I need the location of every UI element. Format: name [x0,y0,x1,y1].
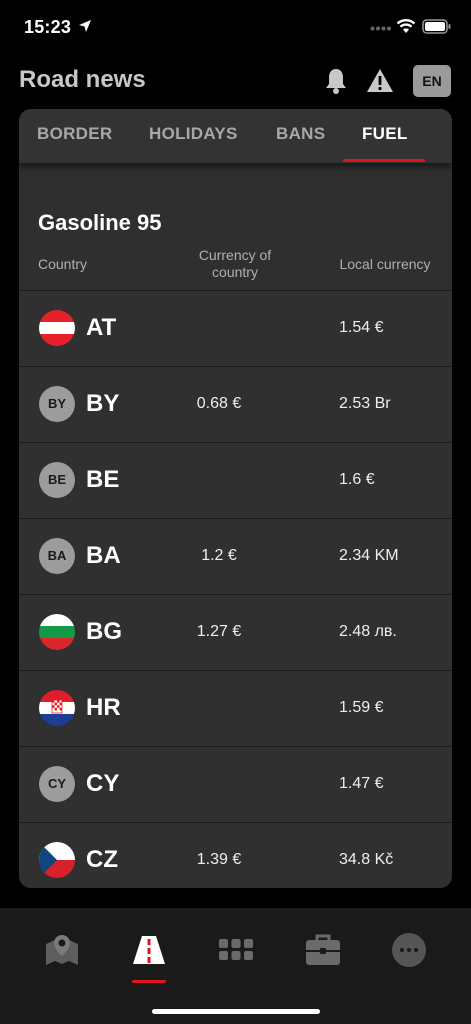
country-badge: BY [39,386,75,422]
price-local-currency: 1.59 € [339,699,384,716]
page-title: Road news [19,66,146,93]
price-currency-of-country: 1.27 € [196,623,242,640]
column-header-local-currency: Local currency [339,256,431,272]
column-header-currency-of-country: Currency of country [198,247,272,280]
tab-fuel[interactable]: FUEL [362,109,408,163]
country-badge: BE [39,462,75,498]
bell-icon[interactable] [322,66,350,96]
tab-holidays[interactable]: HOLIDAYS [149,109,238,163]
wifi-icon [396,19,416,33]
app-header: Road news EN [0,60,471,104]
battery-icon [422,19,451,34]
country-code: CZ [86,846,118,873]
tab-bar: BORDER HOLIDAYS BANS FUEL [19,109,452,163]
list-item[interactable]: BE BE 1.6 € [19,442,452,518]
price-local-currency: 1.6 € [339,471,375,488]
warning-icon[interactable] [366,66,394,96]
bulgaria-flag-icon [39,614,75,650]
list-item[interactable]: BA BA 1.2 € 2.34 KM [19,518,452,594]
grid-icon[interactable] [216,930,256,970]
list-item[interactable]: CZ 1.39 € 34.8 Kč [19,822,452,888]
bottom-navigation [0,908,471,1024]
language-button[interactable]: EN [413,65,451,97]
signal-dots-icon [370,26,391,31]
list-item[interactable]: CY CY 1.47 € [19,746,452,822]
country-code: BE [86,466,120,493]
fuel-price-list: AT 1.54 € BY BY 0.68 € 2.53 Br BE BE 1.6… [19,290,452,888]
list-item[interactable]: HR 1.59 € [19,670,452,746]
country-code: HR [86,694,121,721]
tab-bans[interactable]: BANS [276,109,325,163]
list-item[interactable]: BY BY 0.68 € 2.53 Br [19,366,452,442]
country-code: BG [86,618,122,645]
more-icon[interactable] [389,930,429,970]
price-currency-of-country: 1.2 € [201,547,237,564]
list-item[interactable]: BG 1.27 € 2.48 лв. [19,594,452,670]
croatia-flag-icon [39,690,75,726]
country-code: BA [86,542,121,569]
country-code: AT [86,314,117,341]
map-icon[interactable] [42,930,82,970]
price-local-currency: 2.53 Br [339,395,391,412]
country-badge: CY [39,766,75,802]
fuel-type-title: Gasoline 95 [38,210,162,235]
price-currency-of-country: 0.68 € [196,395,242,412]
road-icon[interactable] [129,930,169,970]
active-tab-indicator [343,159,425,162]
czech-flag-icon [39,842,75,878]
country-code: BY [86,390,120,417]
list-item[interactable]: AT 1.54 € [19,290,452,366]
price-local-currency: 1.47 € [339,775,384,792]
active-nav-indicator [132,980,166,983]
tab-border[interactable]: BORDER [37,109,112,163]
home-indicator [152,1009,320,1014]
briefcase-icon[interactable] [303,930,343,970]
fuel-card: BORDER HOLIDAYS BANS FUEL Gasoline 95 Co… [19,109,452,888]
price-local-currency: 2.48 лв. [339,623,397,640]
column-header-country: Country [38,256,88,272]
status-time: 15:23 [24,17,72,37]
austria-flag-icon [39,310,75,346]
location-arrow-icon [79,20,91,32]
status-bar: 15:23 [0,0,471,56]
price-local-currency: 2.34 KM [339,547,399,564]
country-code: CY [86,770,120,797]
price-currency-of-country: 1.39 € [196,851,242,868]
price-local-currency: 1.54 € [339,319,384,336]
country-badge: BA [39,538,75,574]
price-local-currency: 34.8 Kč [339,851,394,868]
